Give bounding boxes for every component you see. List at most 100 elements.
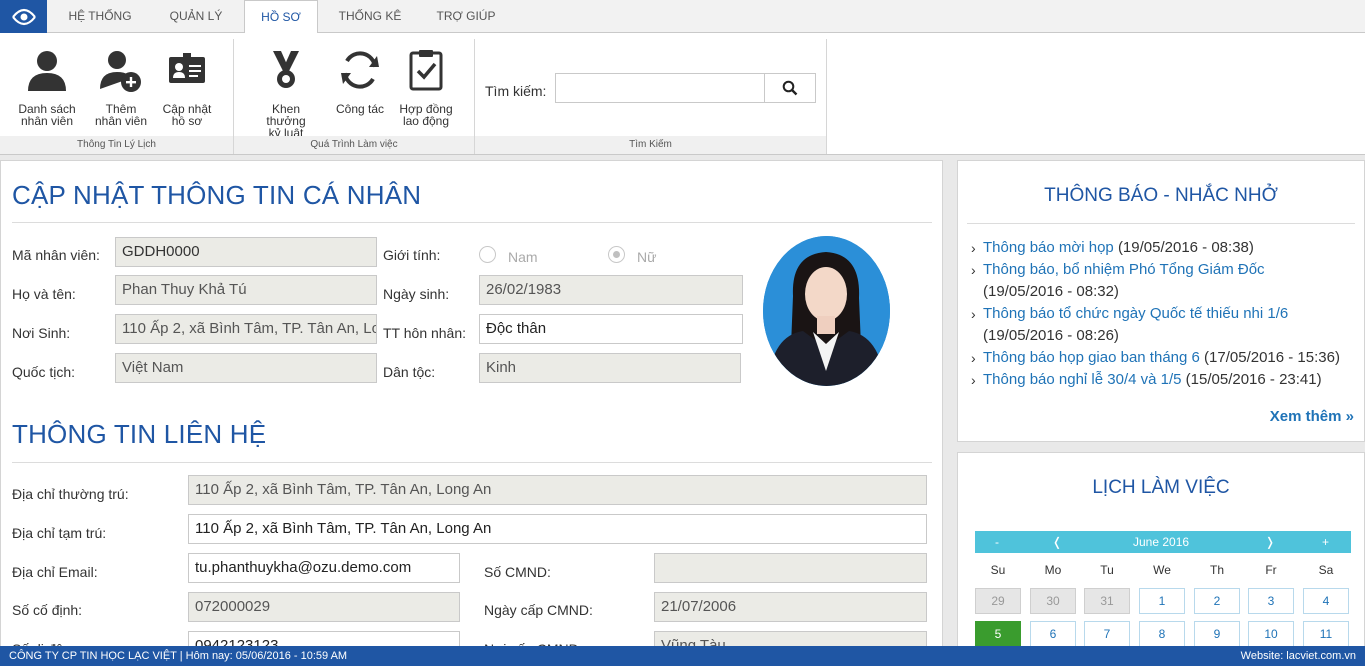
notice-time: (19/05/2016 - 08:32) (983, 283, 1119, 300)
notice-link[interactable]: Thông báo mời họp (983, 239, 1114, 256)
notice-item[interactable]: › Thông báo tổ chức ngày Quốc tế thiếu n… (971, 303, 1361, 347)
next-year-button[interactable]: + (1322, 531, 1329, 553)
see-more-link[interactable]: Xem thêm » (1270, 408, 1354, 425)
calendar-day[interactable]: 4 (1303, 588, 1349, 614)
group-label-profile: Thông Tin Lý Lịch (0, 136, 233, 154)
calendar-panel: LỊCH LÀM VIỆC - ❬ June 2016 ❭ + Su Mo Tu… (957, 452, 1365, 650)
chevron-right-icon: › (971, 240, 976, 256)
status-website[interactable]: Website: lacviet.com.vn (1241, 646, 1356, 666)
clipboard-check-icon (409, 50, 443, 91)
app-logo-icon[interactable] (0, 0, 47, 33)
chevron-right-icon: › (971, 306, 976, 322)
employee-form-panel: CẬP NHẬT THÔNG TIN CÁ NHÂN Mã nhân viên:… (0, 160, 943, 650)
calendar-day-today[interactable]: 5 (975, 621, 1021, 647)
labor-contract-button[interactable]: Hợp đồng lao động (391, 47, 461, 127)
notice-time: (19/05/2016 - 08:38) (1117, 239, 1254, 256)
calendar-day[interactable]: 6 (1030, 621, 1076, 647)
notice-time: (15/05/2016 - 23:41) (1185, 371, 1322, 388)
gender-female-label: Nữ (637, 249, 657, 265)
gender-label: Giới tính: (383, 247, 441, 263)
weekday-label: Fr (1265, 563, 1277, 577)
notice-time: (17/05/2016 - 15:36) (1204, 349, 1340, 366)
next-month-button[interactable]: ❭ (1265, 531, 1275, 553)
calendar-day[interactable]: 31 (1084, 588, 1130, 614)
notice-item[interactable]: › Thông báo họp giao ban tháng 6 (17/05/… (971, 347, 1361, 369)
add-employee-button[interactable]: Thêm nhân viên (86, 47, 156, 127)
update-profile-button[interactable]: Cập nhật hồ sơ (152, 47, 222, 127)
id-number-field[interactable] (654, 553, 927, 583)
ribbon-group-profile: Danh sách nhân viên Thêm nhân viên Cập n… (0, 33, 233, 154)
tab-tro-giup[interactable]: TRỢ GIÚP (418, 0, 514, 33)
permanent-address-label: Địa chỉ thường trú: (12, 486, 129, 502)
employee-id-field[interactable]: GDDH0000 (115, 237, 377, 267)
group-label-search: Tìm Kiếm (475, 136, 826, 154)
prev-year-button[interactable]: - (995, 531, 999, 553)
notice-link[interactable]: Thông báo nghỉ lễ 30/4 và 1/5 (983, 371, 1182, 388)
notice-link[interactable]: Thông báo, bổ nhiệm Phó Tổng Giám Đốc (983, 261, 1265, 278)
gender-male-radio[interactable] (479, 246, 496, 263)
calendar-day[interactable]: 30 (1030, 588, 1076, 614)
marital-status-label: TT hôn nhân: (383, 325, 467, 341)
ethnic-label: Dân tộc: (383, 364, 436, 380)
temporary-address-field[interactable]: 110 Ấp 2, xã Bình Tâm, TP. Tân An, Long … (188, 514, 927, 544)
notice-link[interactable]: Thông báo họp giao ban tháng 6 (983, 349, 1200, 366)
calendar-day[interactable]: 9 (1194, 621, 1240, 647)
calendar-title: LỊCH LÀM VIỆC (1092, 477, 1230, 498)
id-date-field[interactable]: 21/07/2006 (654, 592, 927, 622)
divider (967, 223, 1355, 224)
tab-thong-ke[interactable]: THỐNG KÊ (322, 0, 418, 33)
permanent-address-field[interactable]: 110 Ấp 2, xã Bình Tâm, TP. Tân An, Long … (188, 475, 927, 505)
reward-discipline-button[interactable]: Khen thưởng kỷ luật (251, 47, 321, 139)
notice-time: (19/05/2016 - 08:26) (983, 327, 1119, 344)
calendar-day[interactable]: 11 (1303, 621, 1349, 647)
calendar-day[interactable]: 10 (1248, 621, 1294, 647)
search-button[interactable] (764, 73, 816, 103)
calendar-header: - ❬ June 2016 ❭ + (975, 531, 1351, 553)
employee-photo[interactable] (763, 236, 890, 386)
tab-quan-ly[interactable]: QUẢN LÝ (148, 0, 244, 33)
medal-icon (273, 51, 299, 88)
ribbon-separator (826, 39, 827, 154)
calendar-day[interactable]: 29 (975, 588, 1021, 614)
calendar-day[interactable]: 2 (1194, 588, 1240, 614)
ethnic-field[interactable]: Kinh (479, 353, 741, 383)
ribbon-toolbar: Danh sách nhân viên Thêm nhân viên Cập n… (0, 33, 1365, 155)
email-label: Địa chỉ Email: (12, 564, 98, 580)
dob-field[interactable]: 26/02/1983 (479, 275, 743, 305)
landline-label: Số cố định: (12, 602, 83, 618)
fullname-field[interactable]: Phan Thuy Khả Tú (115, 275, 377, 305)
email-field[interactable]: tu.phanthuykha@ozu.demo.com (188, 553, 460, 583)
employee-list-label: Danh sách nhân viên (18, 102, 76, 128)
scrollbar[interactable] (943, 160, 957, 650)
birthplace-field[interactable]: 110 Ấp 2, xã Bình Tâm, TP. Tân An, Long … (115, 314, 377, 344)
month-label[interactable]: June 2016 (1133, 531, 1189, 553)
group-label-work: Quá Trình Làm việc (234, 136, 474, 154)
marital-status-field[interactable]: Độc thân (479, 314, 743, 344)
calendar-day[interactable]: 7 (1084, 621, 1130, 647)
chevron-right-icon: › (971, 350, 976, 366)
user-list-icon (28, 51, 66, 91)
fullname-label: Họ và tên: (12, 286, 76, 302)
employee-list-button[interactable]: Danh sách nhân viên (12, 47, 82, 127)
calendar-day[interactable]: 3 (1248, 588, 1294, 614)
notice-link[interactable]: Thông báo tổ chức ngày Quốc tế thiếu nhi… (983, 305, 1288, 322)
tab-he-thong[interactable]: HỆ THỐNG (52, 0, 148, 33)
search-input[interactable] (555, 73, 765, 103)
prev-month-button[interactable]: ❬ (1052, 531, 1062, 553)
business-trip-button[interactable]: Công tác (325, 47, 395, 115)
nationality-field[interactable]: Việt Nam (115, 353, 377, 383)
notice-item[interactable]: › Thông báo mời họp (19/05/2016 - 08:38) (971, 237, 1361, 259)
calendar-day[interactable]: 8 (1139, 621, 1185, 647)
nationality-label: Quốc tịch: (12, 364, 76, 380)
add-employee-label: Thêm nhân viên (94, 102, 148, 128)
notice-item[interactable]: › Thông báo, bổ nhiệm Phó Tổng Giám Đốc … (971, 259, 1361, 303)
id-number-label: Số CMND: (484, 564, 551, 580)
notice-list: › Thông báo mời họp (19/05/2016 - 08:38)… (971, 237, 1361, 391)
gender-female-radio[interactable] (608, 246, 625, 263)
calendar-day[interactable]: 1 (1139, 588, 1185, 614)
landline-field[interactable]: 072000029 (188, 592, 460, 622)
dob-label: Ngày sinh: (383, 286, 450, 302)
tab-ho-so[interactable]: HỒ SƠ (244, 0, 318, 34)
notice-item[interactable]: › Thông báo nghỉ lễ 30/4 và 1/5 (15/05/2… (971, 369, 1361, 391)
labor-contract-label: Hợp đồng lao động (399, 102, 453, 128)
